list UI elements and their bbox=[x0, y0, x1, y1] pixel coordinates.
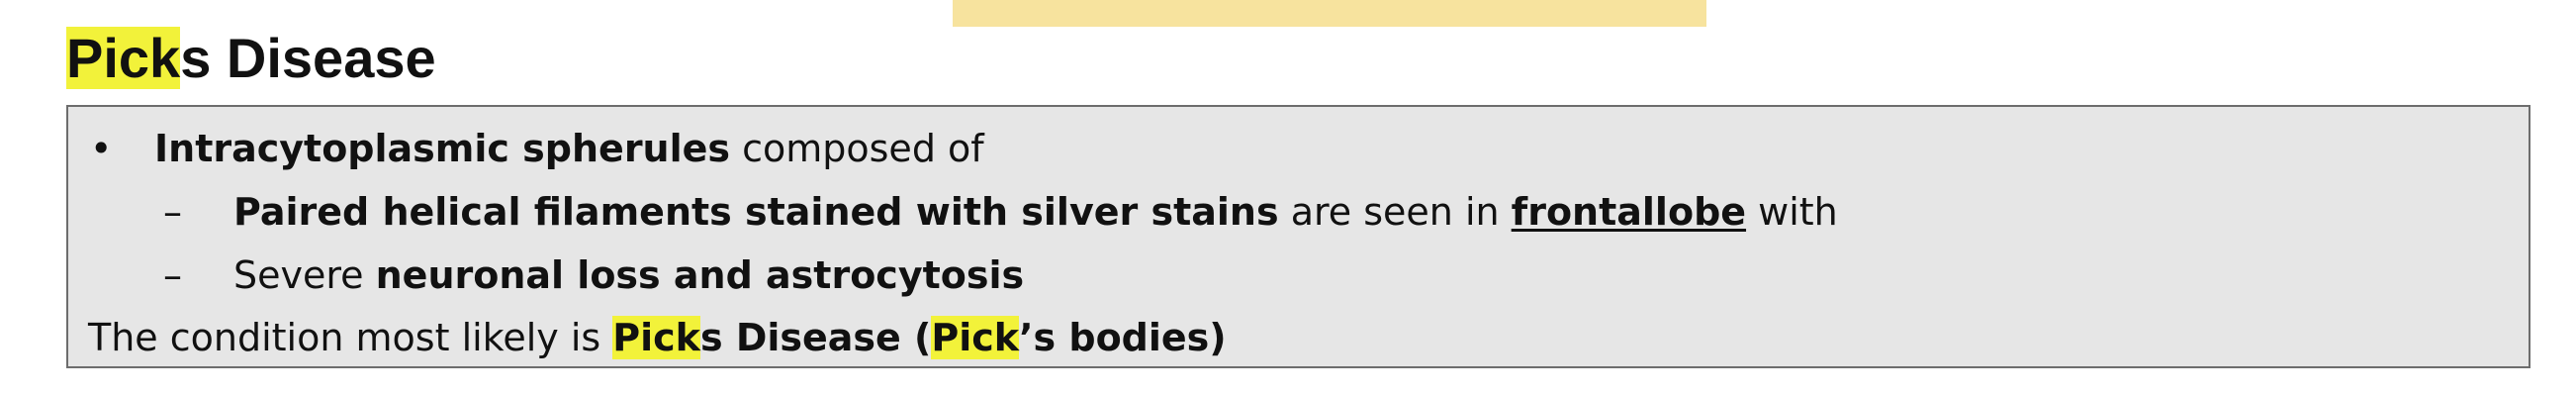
conclusion-line: The condition most likely is Picks Disea… bbox=[68, 312, 1651, 363]
line2-mid: are seen in bbox=[1278, 190, 1512, 234]
page-title: Picks Disease bbox=[66, 24, 436, 93]
line4-highlight-1: Pick bbox=[612, 316, 700, 359]
sub-bullet-line-2: – Paired helical filaments stained with … bbox=[68, 186, 2047, 238]
line2-underlined: frontallobe bbox=[1511, 190, 1747, 234]
line3-plain: Severe bbox=[233, 253, 376, 297]
line3-bold: neuronal loss and astrocytosis bbox=[375, 253, 1025, 297]
line2-end: with bbox=[1746, 190, 1838, 234]
bullet-icon: • bbox=[90, 127, 113, 170]
content-box: • Intracytoplasmic spherules composed of… bbox=[66, 105, 2530, 368]
sub-bullet-line-3-text: Severe neuronal loss and astrocytosis bbox=[233, 249, 1024, 301]
line4-highlight-2: Pick bbox=[931, 316, 1020, 359]
title-highlight: Pick bbox=[66, 27, 181, 89]
line2-bold: Paired helical filaments stained with si… bbox=[233, 190, 1279, 234]
bullet-line-1: • Intracytoplasmic spherules composed of bbox=[68, 123, 1651, 174]
dash-icon: – bbox=[163, 190, 182, 234]
dash-icon: – bbox=[163, 253, 182, 297]
line1-rest: composed of bbox=[730, 127, 984, 170]
sub-bullet-line-2-text: Paired helical filaments stained with si… bbox=[233, 186, 1838, 238]
conclusion-text: The condition most likely is Picks Disea… bbox=[88, 312, 1227, 363]
top-highlight-bar bbox=[953, 0, 1706, 27]
line1-bold: Intracytoplasmic spherules bbox=[154, 127, 731, 170]
sub-bullet-line-3: – Severe neuronal loss and astrocytosis bbox=[68, 249, 1453, 301]
line4-bold-1: s Disease ( bbox=[699, 316, 932, 359]
line4-plain: The condition most likely is bbox=[88, 316, 613, 359]
title-rest: s Disease bbox=[180, 27, 436, 89]
page: Picks Disease • Intracytoplasmic spherul… bbox=[0, 0, 2576, 396]
bullet-line-1-text: Intracytoplasmic spherules composed of bbox=[154, 123, 984, 174]
line4-bold-2: ’s bodies) bbox=[1019, 316, 1227, 359]
